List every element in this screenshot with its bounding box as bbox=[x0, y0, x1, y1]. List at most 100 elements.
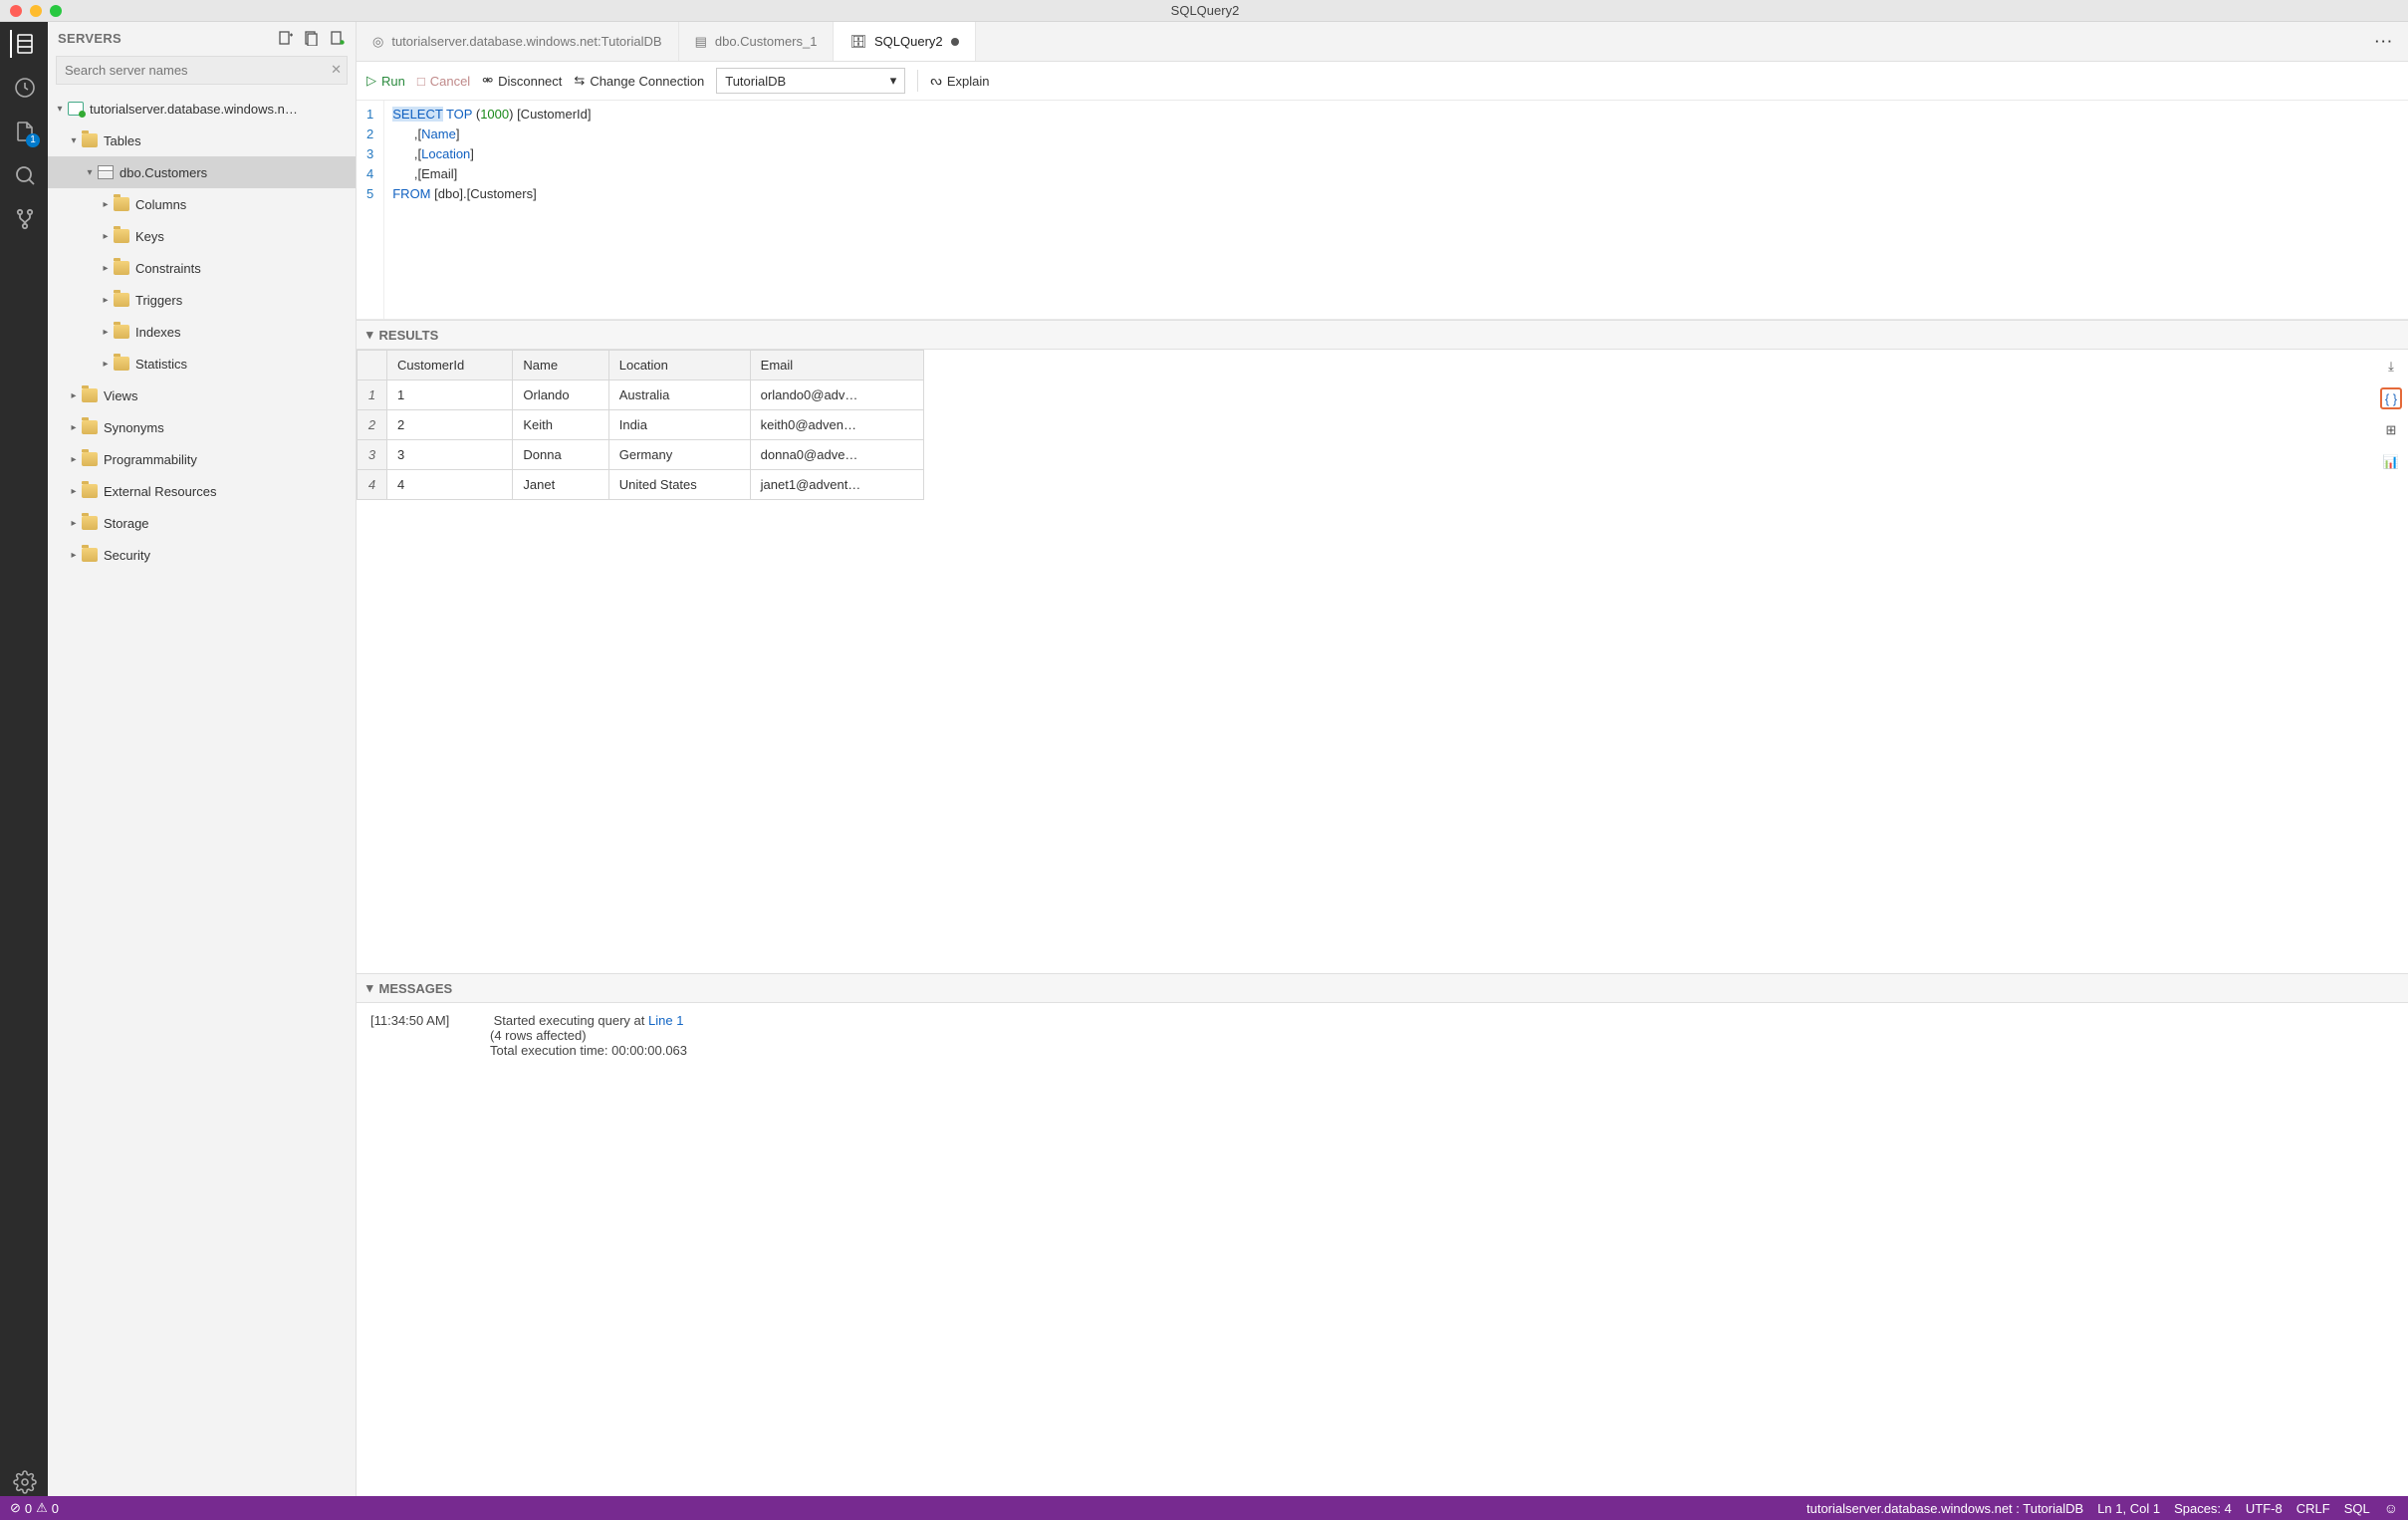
disconnect-icon: ⚮ bbox=[482, 73, 493, 89]
activity-bar: 1 bbox=[0, 22, 48, 1496]
status-cursor[interactable]: Ln 1, Col 1 bbox=[2097, 1501, 2160, 1516]
cell-email[interactable]: orlando0@adv… bbox=[750, 380, 923, 410]
disconnect-button[interactable]: ⚮Disconnect bbox=[482, 73, 562, 89]
new-query-icon[interactable] bbox=[330, 30, 346, 46]
col-email[interactable]: Email bbox=[750, 351, 923, 380]
save-json-icon[interactable]: { } bbox=[2380, 387, 2402, 409]
columns-node[interactable]: ▸Columns bbox=[48, 188, 356, 220]
col-name[interactable]: Name bbox=[513, 351, 608, 380]
history-activity-icon[interactable] bbox=[10, 74, 38, 102]
close-window-button[interactable] bbox=[10, 5, 22, 17]
status-eol[interactable]: CRLF bbox=[2296, 1501, 2330, 1516]
run-button[interactable]: ▷Run bbox=[366, 73, 405, 89]
cell-email[interactable]: donna0@adve… bbox=[750, 440, 923, 470]
new-connection-icon[interactable] bbox=[278, 30, 294, 46]
cell-name[interactable]: Keith bbox=[513, 410, 608, 440]
clear-search-icon[interactable]: ✕ bbox=[331, 62, 342, 78]
status-spaces[interactable]: Spaces: 4 bbox=[2174, 1501, 2232, 1516]
database-selector[interactable]: TutorialDB ▾ bbox=[716, 68, 905, 94]
feedback-icon[interactable]: ☺ bbox=[2384, 1500, 2398, 1516]
save-excel-icon[interactable]: ⊞ bbox=[2380, 419, 2402, 441]
status-problems[interactable]: ⊘0 ⚠0 bbox=[10, 1500, 59, 1516]
cell-name[interactable]: Orlando bbox=[513, 380, 608, 410]
cell-location[interactable]: India bbox=[608, 410, 750, 440]
explorer-badge: 1 bbox=[26, 133, 40, 147]
tab-overflow-button[interactable]: ··· bbox=[2361, 34, 2408, 49]
folder-icon bbox=[82, 484, 98, 498]
new-group-icon[interactable] bbox=[304, 30, 320, 46]
cancel-button[interactable]: □Cancel bbox=[417, 74, 470, 89]
error-icon: ⊘ bbox=[10, 1500, 21, 1516]
cell-email[interactable]: janet1@advent… bbox=[750, 470, 923, 500]
table-row[interactable]: 44JanetUnited Statesjanet1@advent… bbox=[358, 470, 924, 500]
results-grid[interactable]: CustomerId Name Location Email 11Orlando… bbox=[357, 350, 924, 500]
cell-name[interactable]: Donna bbox=[513, 440, 608, 470]
cell-email[interactable]: keith0@adven… bbox=[750, 410, 923, 440]
source-control-activity-icon[interactable] bbox=[10, 205, 38, 233]
settings-gear-icon[interactable] bbox=[10, 1468, 38, 1496]
line-link[interactable]: Line 1 bbox=[648, 1013, 683, 1028]
server-search-input[interactable] bbox=[56, 56, 348, 85]
folder-icon bbox=[114, 261, 129, 275]
results-header[interactable]: ▾ RESULTS bbox=[357, 320, 2408, 350]
change-connection-button[interactable]: ⇆Change Connection bbox=[574, 73, 704, 89]
play-icon: ▷ bbox=[366, 73, 376, 89]
cell-customerid[interactable]: 3 bbox=[387, 440, 513, 470]
constraints-node[interactable]: ▸Constraints bbox=[48, 252, 356, 284]
col-customerid[interactable]: CustomerId bbox=[387, 351, 513, 380]
explorer-activity-icon[interactable]: 1 bbox=[10, 118, 38, 145]
status-language[interactable]: SQL bbox=[2344, 1501, 2370, 1516]
synonyms-node[interactable]: ▸Synonyms bbox=[48, 411, 356, 443]
col-location[interactable]: Location bbox=[608, 351, 750, 380]
tab-sqlquery2[interactable]: 🗄 SQLQuery2 bbox=[834, 22, 975, 61]
code-text[interactable]: SELECT TOP (1000) [CustomerId] ,[Name] ,… bbox=[384, 101, 599, 319]
security-node[interactable]: ▸Security bbox=[48, 539, 356, 571]
zoom-window-button[interactable] bbox=[50, 5, 62, 17]
folder-icon bbox=[82, 388, 98, 402]
programmability-node[interactable]: ▸Programmability bbox=[48, 443, 356, 475]
keys-node[interactable]: ▸Keys bbox=[48, 220, 356, 252]
servers-activity-icon[interactable] bbox=[10, 30, 38, 58]
folder-icon bbox=[82, 452, 98, 466]
tab-customers-designer[interactable]: ▤ dbo.Customers_1 bbox=[679, 22, 835, 61]
statistics-node[interactable]: ▸Statistics bbox=[48, 348, 356, 380]
tab-connection-dashboard[interactable]: ◎ tutorialserver.database.windows.net:Tu… bbox=[357, 22, 679, 61]
explain-button[interactable]: ᔓExplain bbox=[930, 73, 989, 89]
indexes-node[interactable]: ▸Indexes bbox=[48, 316, 356, 348]
status-connection[interactable]: tutorialserver.database.windows.net : Tu… bbox=[1806, 1501, 2083, 1516]
storage-node[interactable]: ▸Storage bbox=[48, 507, 356, 539]
code-editor[interactable]: 1 2 3 4 5 SELECT TOP (1000) [CustomerId]… bbox=[357, 101, 2408, 320]
divider bbox=[917, 70, 918, 92]
search-activity-icon[interactable] bbox=[10, 161, 38, 189]
cell-location[interactable]: United States bbox=[608, 470, 750, 500]
external-resources-node[interactable]: ▸External Resources bbox=[48, 475, 356, 507]
database-icon: 🗄 bbox=[849, 34, 866, 50]
table-row[interactable]: 33DonnaGermanydonna0@adve… bbox=[358, 440, 924, 470]
explain-icon: ᔓ bbox=[930, 73, 942, 89]
chart-icon[interactable]: 📊 bbox=[2380, 451, 2402, 473]
folder-icon bbox=[114, 197, 129, 211]
customers-table-node[interactable]: ▾ dbo.Customers bbox=[48, 156, 356, 188]
table-row[interactable]: 11OrlandoAustraliaorlando0@adv… bbox=[358, 380, 924, 410]
tables-node[interactable]: ▾ Tables bbox=[48, 125, 356, 156]
cell-location[interactable]: Australia bbox=[608, 380, 750, 410]
folder-icon bbox=[114, 357, 129, 371]
minimize-window-button[interactable] bbox=[30, 5, 42, 17]
message-timestamp: [11:34:50 AM] bbox=[370, 1013, 490, 1028]
sidebar-title: SERVERS bbox=[58, 31, 278, 46]
views-node[interactable]: ▸Views bbox=[48, 380, 356, 411]
folder-icon bbox=[114, 293, 129, 307]
status-encoding[interactable]: UTF-8 bbox=[2246, 1501, 2283, 1516]
cell-customerid[interactable]: 2 bbox=[387, 410, 513, 440]
folder-icon bbox=[114, 229, 129, 243]
save-csv-icon[interactable]: ⤓ bbox=[2380, 356, 2402, 378]
cell-name[interactable]: Janet bbox=[513, 470, 608, 500]
cell-customerid[interactable]: 4 bbox=[387, 470, 513, 500]
cell-location[interactable]: Germany bbox=[608, 440, 750, 470]
table-row[interactable]: 22KeithIndiakeith0@adven… bbox=[358, 410, 924, 440]
messages-header[interactable]: ▾ MESSAGES bbox=[357, 973, 2408, 1003]
triggers-node[interactable]: ▸Triggers bbox=[48, 284, 356, 316]
server-node[interactable]: ▾ tutorialserver.database.windows.n… bbox=[48, 93, 356, 125]
cell-customerid[interactable]: 1 bbox=[387, 380, 513, 410]
line-gutter: 1 2 3 4 5 bbox=[357, 101, 384, 319]
